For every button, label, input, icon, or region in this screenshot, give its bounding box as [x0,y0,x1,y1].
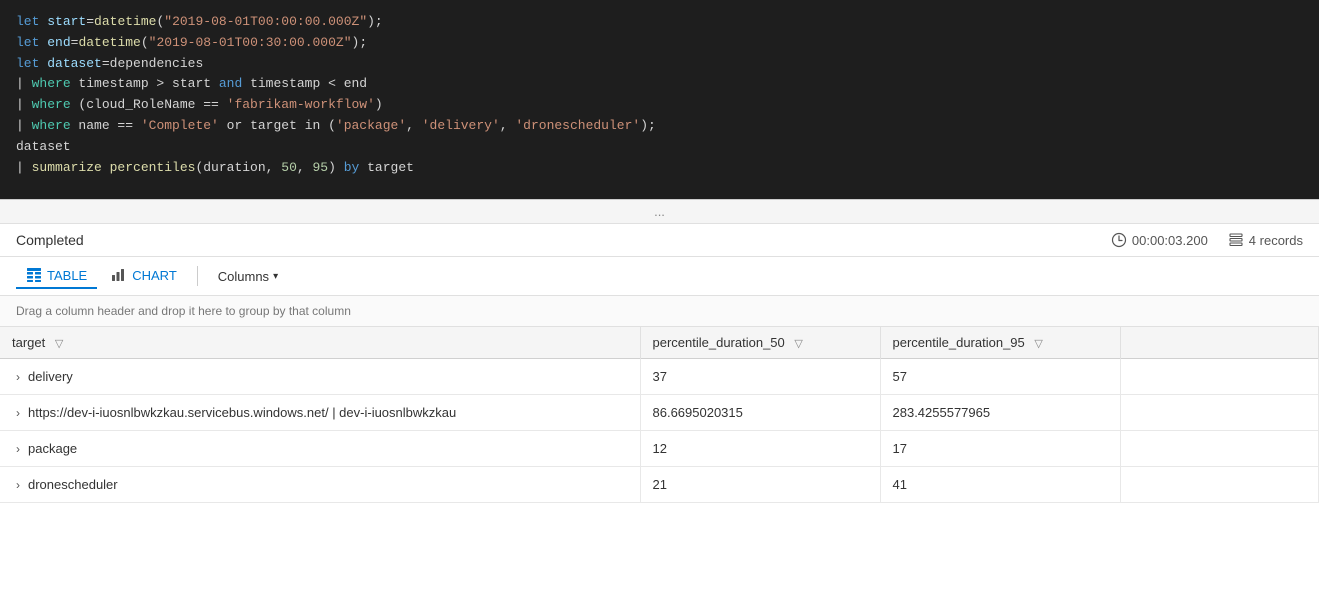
target-value: package [28,441,77,456]
expand-btn[interactable]: › [12,406,24,420]
expand-btn[interactable]: › [12,478,24,492]
table-tab-label: TABLE [47,268,87,283]
cell-target: › dronescheduler [0,467,640,503]
table-row: › dronescheduler 2141 [0,467,1319,503]
columns-btn[interactable]: Columns ▾ [208,265,288,288]
cell-p95: 283.4255577965 [880,395,1120,431]
col-header-p95[interactable]: percentile_duration_95 ▽ [880,327,1120,359]
chart-tab-label: CHART [132,268,177,283]
chart-icon [111,267,127,283]
stats-area: 00:00:03.200 4 records [1111,232,1303,248]
col-header-target[interactable]: target ▽ [0,327,640,359]
expand-btn[interactable]: › [12,370,24,384]
target-value: delivery [28,369,73,384]
table-header-row: target ▽ percentile_duration_50 ▽ percen… [0,327,1319,359]
table-icon [26,267,42,283]
results-header: Completed 00:00:03.200 4 records [0,224,1319,257]
cell-extra [1120,467,1319,503]
records-icon [1228,232,1244,248]
columns-label: Columns [218,269,269,284]
cell-p50: 37 [640,359,880,395]
drag-hint: Drag a column header and drop it here to… [0,296,1319,327]
cell-extra [1120,431,1319,467]
table-tab-btn[interactable]: TABLE [16,263,97,289]
col-header-extra [1120,327,1319,359]
time-value: 00:00:03.200 [1132,233,1208,248]
code-line-4: | where timestamp > start and timestamp … [16,74,1303,95]
status-label: Completed [16,232,1095,248]
code-line-7: dataset [16,137,1303,158]
cell-p50: 21 [640,467,880,503]
cell-p50: 86.6695020315 [640,395,880,431]
cell-p95: 57 [880,359,1120,395]
target-value: https://dev-i-iuosnlbwkzkau.servicebus.w… [28,405,456,420]
table-row: › https://dev-i-iuosnlbwkzkau.servicebus.… [0,395,1319,431]
code-line-6: | where name == 'Complete' or target in … [16,116,1303,137]
toolbar-divider [197,266,198,286]
target-value: dronescheduler [28,477,118,492]
expand-btn[interactable]: › [12,442,24,456]
chart-tab-btn[interactable]: CHART [101,263,187,289]
code-line-3: let dataset=dependencies [16,54,1303,75]
code-line-1: let start=datetime("2019-08-01T00:00:00.… [16,12,1303,33]
clock-icon [1111,232,1127,248]
table-row: › package 1217 [0,431,1319,467]
ellipsis-divider: ... [0,200,1319,224]
table-row: › delivery 3757 [0,359,1319,395]
data-table: target ▽ percentile_duration_50 ▽ percen… [0,327,1319,503]
filter-icon-target[interactable]: ▽ [55,337,63,350]
records-value: 4 records [1249,233,1303,248]
cell-target: › delivery [0,359,640,395]
table-container: target ▽ percentile_duration_50 ▽ percen… [0,327,1319,503]
time-stat: 00:00:03.200 [1111,232,1208,248]
col-header-p50[interactable]: percentile_duration_50 ▽ [640,327,880,359]
code-editor[interactable]: let start=datetime("2019-08-01T00:00:00.… [0,0,1319,200]
toolbar: TABLE CHART Columns ▾ [0,257,1319,296]
chevron-down-icon: ▾ [273,271,278,282]
filter-icon-p95[interactable]: ▽ [1034,337,1042,350]
cell-target: › package [0,431,640,467]
cell-extra [1120,395,1319,431]
cell-p95: 41 [880,467,1120,503]
code-line-5: | where (cloud_RoleName == 'fabrikam-wor… [16,95,1303,116]
filter-icon-p50[interactable]: ▽ [794,337,802,350]
cell-extra [1120,359,1319,395]
records-stat: 4 records [1228,232,1303,248]
code-line-2: let end=datetime("2019-08-01T00:30:00.00… [16,33,1303,54]
cell-target: › https://dev-i-iuosnlbwkzkau.servicebus.… [0,395,640,431]
cell-p50: 12 [640,431,880,467]
cell-p95: 17 [880,431,1120,467]
code-line-8: | summarize percentiles(duration, 50, 95… [16,158,1303,179]
